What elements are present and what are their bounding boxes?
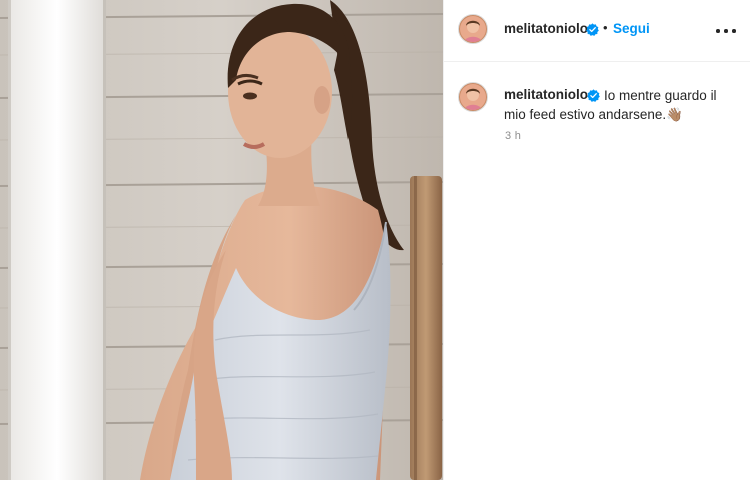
avatar-image bbox=[460, 84, 486, 110]
author-avatar[interactable] bbox=[458, 14, 488, 44]
caption-author-avatar[interactable] bbox=[458, 82, 488, 112]
caption-text: Io mentre guardo il mio feed estivo anda… bbox=[504, 88, 717, 122]
caption-text-block: Io mentre guardo il mio feed estivo anda… bbox=[504, 86, 736, 124]
post-header: melitatoniolo • Segui bbox=[444, 0, 750, 62]
more-options-icon[interactable] bbox=[712, 16, 740, 44]
separator-dot: • bbox=[603, 20, 608, 35]
author-username[interactable]: melitatoniolo bbox=[504, 21, 588, 36]
follow-button[interactable]: Segui bbox=[613, 21, 650, 36]
verified-badge-icon bbox=[586, 23, 599, 36]
post-sidebar: melitatoniolo • Segui melitatoniolo Io m… bbox=[443, 0, 750, 480]
avatar-image bbox=[460, 16, 486, 42]
post-image bbox=[0, 0, 443, 480]
post-photo[interactable] bbox=[0, 0, 443, 480]
post-timestamp[interactable]: 3 h bbox=[505, 130, 521, 142]
waving-hand-emoji: 👋🏽 bbox=[666, 107, 683, 122]
